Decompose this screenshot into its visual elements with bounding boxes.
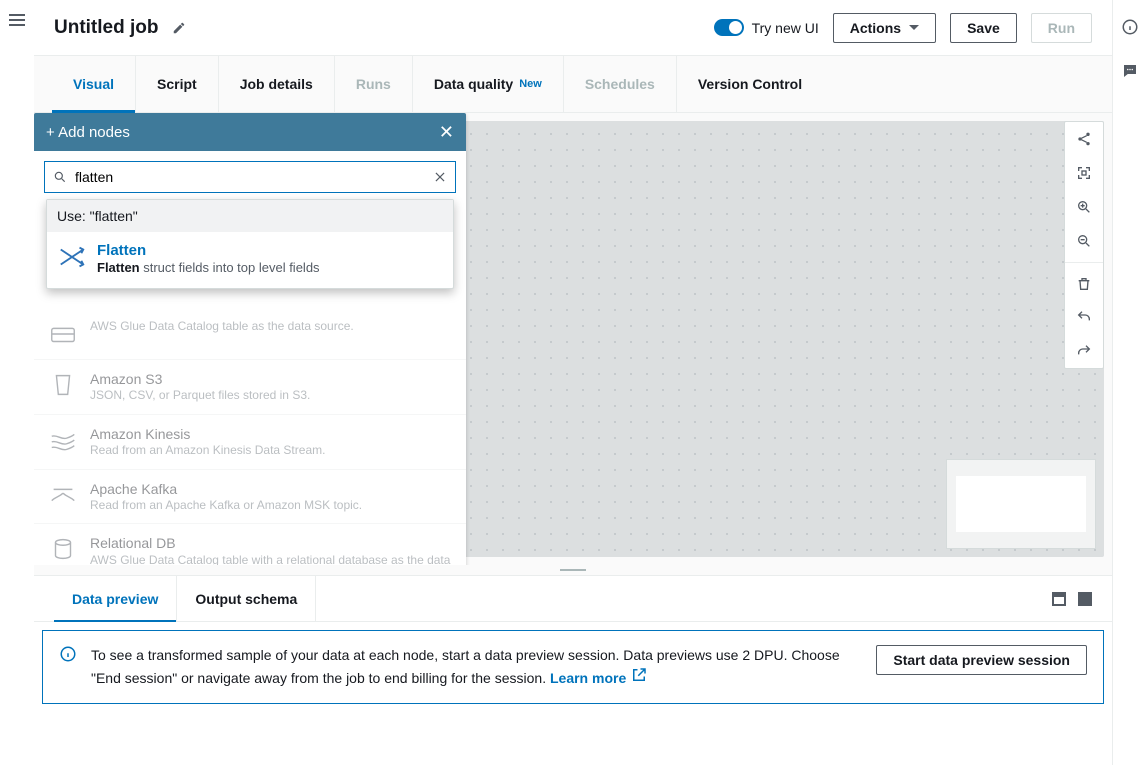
tab-data-preview[interactable]: Data preview [54, 576, 177, 621]
add-nodes-panel: + Add nodes ✕ AWS Glue Data Catalog tabl… [34, 113, 466, 565]
undo-icon[interactable] [1065, 300, 1103, 334]
info-icon [59, 645, 77, 663]
tab-schedules: Schedules [564, 56, 677, 112]
mini-map[interactable] [946, 459, 1096, 549]
redo-icon[interactable] [1065, 334, 1103, 368]
search-icon [53, 170, 67, 184]
tab-data-quality[interactable]: Data quality New [413, 56, 564, 112]
search-hint[interactable]: Use: "flatten" [47, 200, 453, 232]
search-input[interactable] [75, 169, 425, 185]
delete-icon[interactable] [1065, 262, 1103, 300]
start-preview-button[interactable]: Start data preview session [876, 645, 1087, 675]
edit-icon[interactable] [172, 21, 186, 35]
maximize-panel-icon[interactable] [1078, 592, 1092, 606]
toggle-switch-icon [714, 19, 744, 36]
tab-script[interactable]: Script [136, 56, 219, 112]
list-item: Amazon KinesisRead from an Amazon Kinesi… [34, 414, 466, 469]
chat-rail-icon[interactable] [1121, 62, 1139, 80]
right-rail [1112, 0, 1147, 765]
bottom-panel: Data preview Output schema To see a tran… [34, 575, 1112, 765]
list-item: AWS Glue Data Catalog table as the data … [34, 309, 466, 359]
clear-icon[interactable] [433, 170, 447, 184]
list-item: Apache KafkaRead from an Apache Kafka or… [34, 469, 466, 524]
list-item: Amazon S3JSON, CSV, or Parquet files sto… [34, 359, 466, 414]
actions-label: Actions [850, 20, 901, 36]
result-desc: Flatten struct fields into top level fie… [97, 260, 320, 276]
run-button: Run [1031, 13, 1092, 43]
zoom-out-icon[interactable] [1065, 224, 1103, 258]
info-bar: To see a transformed sample of your data… [42, 630, 1104, 704]
share-icon[interactable] [1065, 122, 1103, 156]
canvas-tools [1064, 121, 1104, 369]
tab-job-details[interactable]: Job details [219, 56, 335, 112]
fit-icon[interactable] [1065, 156, 1103, 190]
panel-title: + Add nodes [46, 124, 130, 141]
hamburger-menu[interactable] [9, 14, 25, 26]
resize-grip[interactable] [34, 565, 1112, 575]
header: Untitled job Try new UI Actions Save Run [34, 0, 1112, 56]
tab-version-control[interactable]: Version Control [677, 56, 823, 112]
chevron-down-icon [909, 25, 919, 30]
minimize-panel-icon[interactable] [1052, 592, 1066, 606]
panel-header: + Add nodes ✕ [34, 113, 466, 151]
try-new-ui-toggle[interactable]: Try new UI [714, 19, 819, 36]
tab-runs: Runs [335, 56, 413, 112]
tabbar: Visual Script Job details Runs Data qual… [34, 56, 1112, 113]
info-rail-icon[interactable] [1121, 18, 1139, 36]
new-badge: New [519, 78, 542, 90]
learn-more-link[interactable]: Learn more [550, 670, 648, 686]
close-icon[interactable]: ✕ [439, 122, 454, 143]
result-flatten[interactable]: Flatten Flatten struct fields into top l… [47, 232, 453, 288]
external-link-icon [630, 666, 648, 684]
list-item: Relational DBAWS Glue Data Catalog table… [34, 523, 466, 565]
search-dropdown: Use: "flatten" Flatten Flatten struct fi… [46, 199, 454, 289]
info-text: To see a transformed sample of your data… [91, 647, 840, 686]
result-title: Flatten [97, 242, 320, 260]
page-title: Untitled job [54, 17, 158, 39]
actions-button[interactable]: Actions [833, 13, 936, 43]
save-button[interactable]: Save [950, 13, 1017, 43]
flatten-icon [57, 242, 87, 272]
search-input-wrapper [44, 161, 456, 193]
tab-output-schema[interactable]: Output schema [177, 576, 316, 621]
toggle-label: Try new UI [752, 20, 819, 36]
tab-visual[interactable]: Visual [52, 56, 136, 112]
zoom-in-icon[interactable] [1065, 190, 1103, 224]
